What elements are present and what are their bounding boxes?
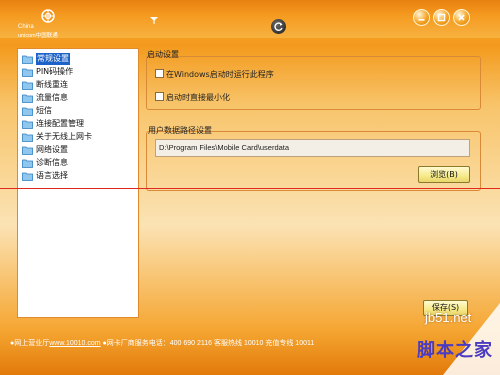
nav-item-label: 连接配置管理 [36,119,84,128]
nav-item-label: 常规设置 [36,53,70,65]
nav-item-connection-config[interactable]: 连接配置管理 [22,118,84,130]
watermark-domain: jb51.net [425,310,472,325]
nav-item-network[interactable]: 网络设置 [22,144,68,156]
site-watermark: jb51.net 脚本之家 [385,303,500,375]
folder-icon [22,55,33,64]
nav-item-label: 短信 [36,106,52,115]
nav-item-sms[interactable]: 短信 [22,105,52,117]
nav-item-label: 关于无线上网卡 [36,132,92,141]
nav-item-about[interactable]: 关于无线上网卡 [22,131,92,143]
close-button[interactable] [453,9,470,26]
nav-item-label: 诊断信息 [36,158,68,167]
nav-item-label: 断线重连 [36,80,68,89]
settings-nav-tree: 常规设置 PIN码操作 断线重连 流量信息 短信 连接配置管理 关于无线上网卡 [17,48,139,318]
unicom-knot-icon [41,9,55,23]
refresh-icon[interactable] [271,19,286,34]
nav-item-label: 网络设置 [36,145,68,154]
run-on-startup-label: 在Windows启动时运行此程序 [166,70,274,79]
signal-icon [150,17,158,24]
unicom-logo: China unicom中国联通 [18,9,88,39]
nav-item-language[interactable]: 语言选择 [22,170,68,182]
startup-settings-title: 启动设置 [147,50,179,59]
maximize-button[interactable] [433,9,450,26]
folder-icon [22,133,33,142]
folder-icon [22,94,33,103]
nav-item-label: 语言选择 [36,171,68,180]
red-guide-line [0,188,500,189]
maximize-icon [437,13,446,22]
nav-item-traffic[interactable]: 流量信息 [22,92,68,104]
nav-item-pin[interactable]: PIN码操作 [22,66,73,78]
app-window: China unicom中国联通 常规设置 PIN码操作 断线重连 流量信息 短… [0,0,500,375]
watermark-name: 脚本之家 [417,340,493,361]
folder-icon [22,172,33,181]
website-link[interactable]: www.10010.com [49,340,100,347]
start-minimized-checkbox[interactable] [155,92,164,101]
browse-button[interactable]: 浏览(B) [418,166,470,183]
nav-item-diagnostics[interactable]: 诊断信息 [22,157,68,169]
footer-info: ●网上营业厅www.10010.com ●网卡厂商服务电话：400 690 21… [10,338,314,348]
nav-item-reconnect[interactable]: 断线重连 [22,79,68,91]
folder-icon [22,146,33,155]
folder-icon [22,107,33,116]
title-bar: China unicom中国联通 [0,0,500,39]
nav-item-general[interactable]: 常规设置 [22,53,70,65]
minimize-button[interactable] [413,9,430,26]
footer-service-info: ●网卡厂商服务电话：400 690 2116 客服热线 10010 充值专线 1… [100,340,315,347]
close-icon [458,14,465,21]
brand-line1: China [18,24,34,30]
minimize-icon [418,19,425,21]
folder-icon [22,81,33,90]
folder-icon [22,159,33,168]
run-on-startup-checkbox[interactable] [155,69,164,78]
user-data-path-field[interactable]: D:\Program Files\Mobile Card\userdata [155,139,470,157]
start-minimized-label: 启动时直接最小化 [166,93,230,102]
user-data-path-title: 用户数据路径设置 [148,126,212,135]
footer-prefix: ●网上营业厅 [10,340,50,347]
nav-item-label: 流量信息 [36,93,68,102]
folder-icon [22,68,33,77]
nav-item-label: PIN码操作 [36,67,74,76]
brand-line2: unicom中国联通 [18,33,58,39]
folder-icon [22,120,33,129]
